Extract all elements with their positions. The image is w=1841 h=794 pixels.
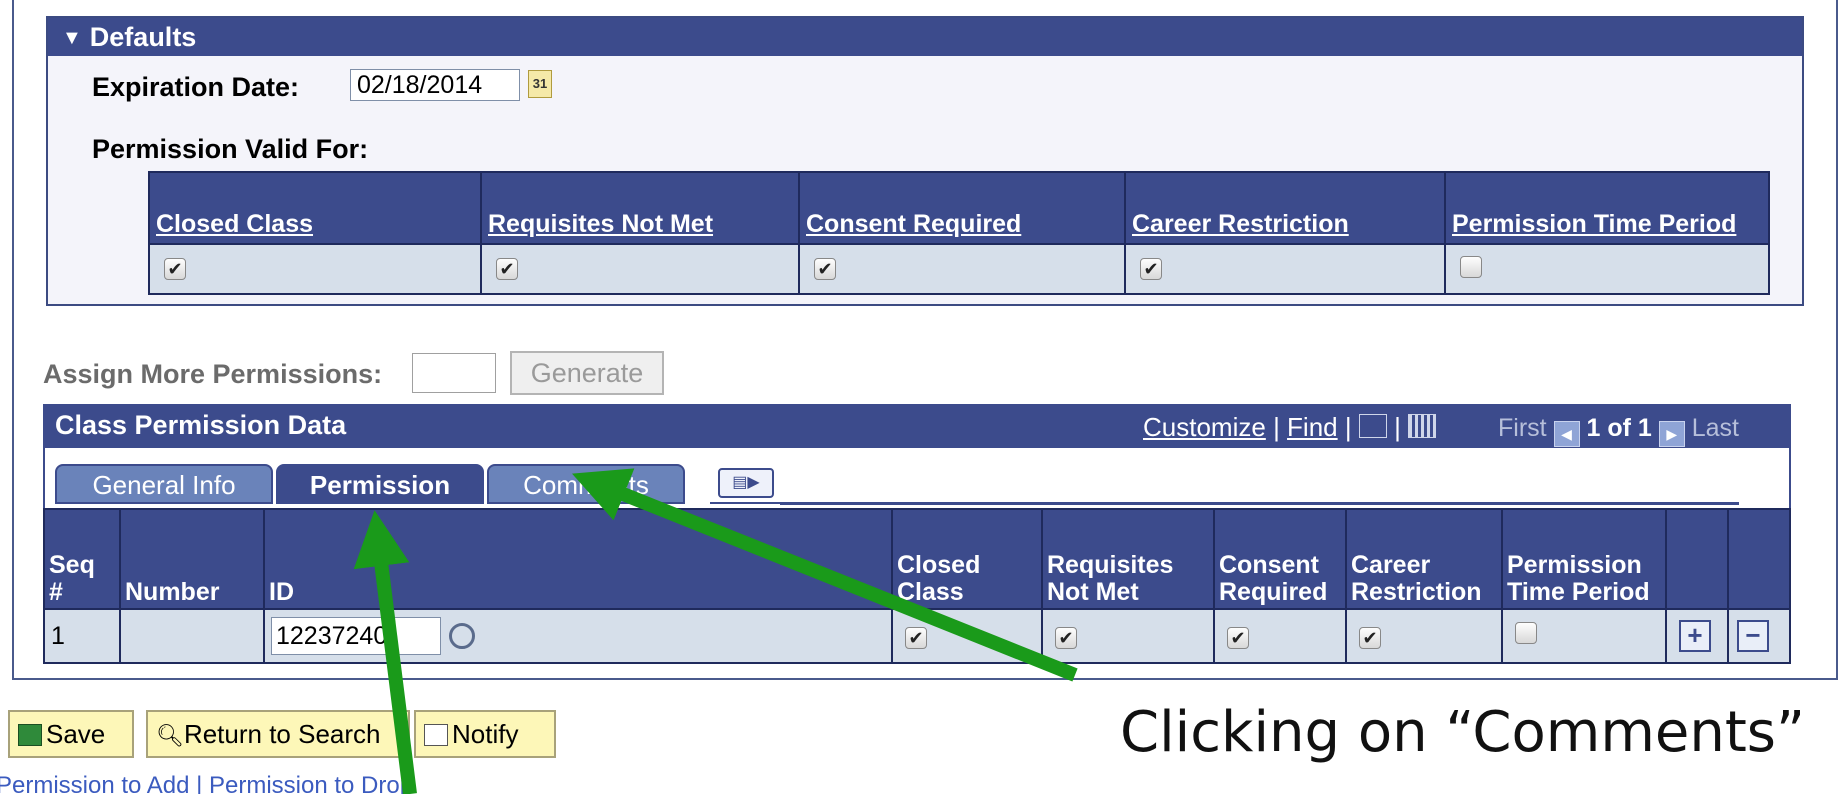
arrow-to-permission (353, 510, 417, 794)
arrow-to-comments (572, 468, 1078, 682)
annotation-arrows (353, 468, 1078, 794)
